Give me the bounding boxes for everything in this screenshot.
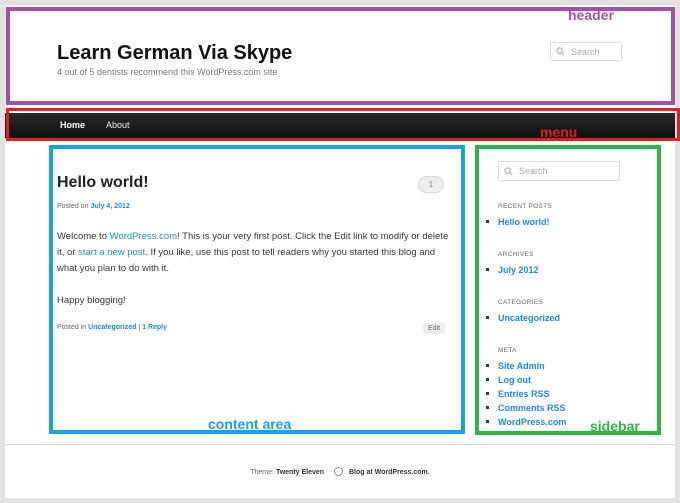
content-annotation-label: content area <box>208 416 292 432</box>
theme-label: Theme: <box>250 469 274 476</box>
content-annotation-box <box>49 145 465 434</box>
sidebar-annotation-box <box>475 145 661 435</box>
sidebar-annotation-label: sidebar <box>590 418 640 434</box>
menu-annotation-box <box>6 108 680 141</box>
site-footer: Theme: Twenty Eleven Blog at WordPress.c… <box>0 467 680 476</box>
wordpress-logo-icon <box>334 467 343 476</box>
theme-link[interactable]: Twenty Eleven <box>276 469 324 476</box>
menu-annotation-label: menu <box>540 124 578 140</box>
header-annotation-label: header <box>568 7 614 23</box>
footer-divider <box>5 444 675 445</box>
blog-at-link[interactable]: Blog at WordPress.com. <box>349 469 430 476</box>
